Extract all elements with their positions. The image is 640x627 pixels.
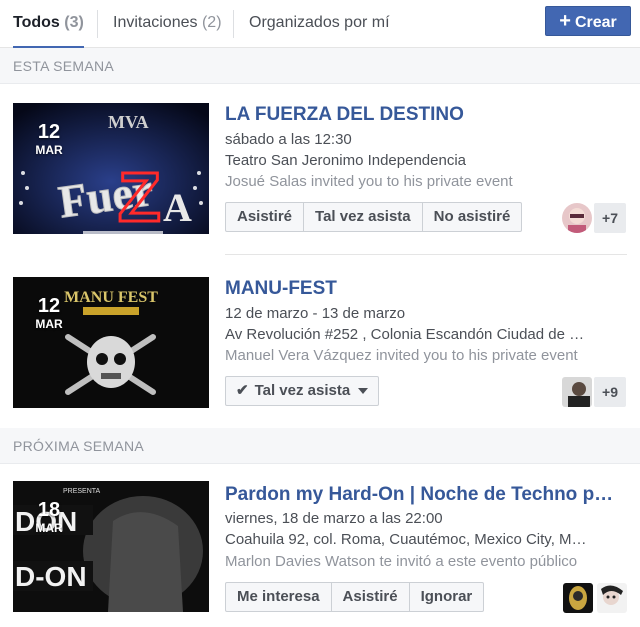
tab-divider — [97, 10, 98, 38]
event-title-link[interactable]: Pardon my Hard-On | Noche de Techno p… — [225, 484, 615, 506]
create-label: Crear — [574, 14, 617, 31]
event-month: MAR — [35, 521, 63, 535]
tab-organizados[interactable]: Organizados por mí — [249, 0, 390, 48]
event-day: 18 — [37, 499, 61, 521]
svg-text:PRESENTA: PRESENTA — [63, 488, 101, 495]
event-thumbnail[interactable]: MANU FEST 12 MAR — [13, 277, 209, 408]
avatar[interactable] — [562, 377, 592, 407]
svg-text:Z: Z — [118, 158, 161, 234]
event-thumbnail[interactable]: PRESENTA DON D-ON 18 MAR — [13, 481, 209, 612]
event-invite-text: Josué Salas invited you to his private e… — [225, 173, 513, 190]
tab-divider — [233, 10, 234, 38]
rsvp-dropdown[interactable]: ✔ Tal vez asista — [225, 376, 380, 406]
more-guests-badge[interactable]: +9 — [594, 377, 626, 407]
tab-label: Invitaciones — [113, 14, 198, 31]
checkmark-icon: ✔ — [236, 382, 249, 399]
section-header-this-week: ESTA SEMANA — [0, 48, 640, 84]
chevron-down-icon — [358, 388, 369, 394]
tab-todos[interactable]: Todos (3) — [13, 0, 84, 49]
event-date-badge: 18 MAR — [33, 499, 65, 535]
plus-icon: + — [559, 10, 571, 32]
going-button[interactable]: Asistiré — [332, 583, 410, 611]
not-going-button[interactable]: No asistiré — [423, 203, 522, 231]
event-location[interactable]: Coahuila 92, col. Roma, Cuautémoc, Mexic… — [225, 531, 600, 548]
event-invite-text: Manuel Vera Vázquez invited you to his p… — [225, 347, 578, 364]
maybe-button[interactable]: Tal vez asista — [304, 203, 423, 231]
svg-text:MANU FEST: MANU FEST — [64, 289, 158, 306]
event-date-badge: 12 MAR — [33, 295, 65, 331]
avatar[interactable] — [562, 203, 592, 233]
tab-count: 3 — [69, 14, 79, 31]
rsvp-button-group: Asistiré Tal vez asista No asistiré — [225, 202, 523, 232]
tab-bar: Todos (3) Invitaciones (2) Organizados p… — [0, 0, 640, 49]
section-header-next-week: PRÓXIMA SEMANA — [0, 428, 640, 464]
event-invite-text: Marlon Davies Watson te invitó a este ev… — [225, 553, 578, 570]
event-day: 12 — [37, 295, 61, 317]
event-location[interactable]: Av Revolución #252 , Colonia Escandón Ci… — [225, 326, 600, 343]
event-time: sábado a las 12:30 — [225, 131, 352, 148]
event-location[interactable]: Teatro San Jeronimo Independencia — [225, 152, 600, 169]
event-divider — [225, 254, 627, 255]
event-month: MAR — [35, 143, 63, 157]
event-day: 12 — [37, 121, 61, 143]
interested-button[interactable]: Me interesa — [226, 583, 332, 611]
svg-text:A: A — [163, 185, 192, 230]
svg-text:MVA: MVA — [108, 112, 149, 132]
ignore-button[interactable]: Ignorar — [410, 583, 484, 611]
event-thumbnail[interactable]: Fuer Z A MVA 12 MAR — [13, 103, 209, 234]
event-title-link[interactable]: LA FUERZA DEL DESTINO — [225, 104, 464, 126]
event-month: MAR — [35, 317, 63, 331]
create-event-button[interactable]: + Crear — [545, 6, 631, 36]
event-title-link[interactable]: MANU-FEST — [225, 278, 337, 300]
more-guests-badge[interactable]: +7 — [594, 203, 626, 233]
going-button[interactable]: Asistiré — [226, 203, 305, 231]
event-date-badge: 12 MAR — [33, 121, 65, 157]
tab-invitaciones[interactable]: Invitaciones (2) — [113, 0, 222, 48]
avatar[interactable] — [597, 583, 627, 613]
rsvp-button-group: Me interesa Asistiré Ignorar — [225, 582, 485, 612]
rsvp-status: Tal vez asista — [254, 382, 351, 399]
event-time: 12 de marzo - 13 de marzo — [225, 305, 406, 322]
avatar[interactable] — [563, 583, 593, 613]
tab-label: Organizados por mí — [249, 14, 390, 31]
svg-text:D-ON: D-ON — [15, 561, 87, 592]
event-time: viernes, 18 de marzo a las 22:00 — [225, 510, 443, 527]
tab-count: 2 — [207, 14, 217, 31]
tab-label: Todos — [13, 14, 60, 31]
